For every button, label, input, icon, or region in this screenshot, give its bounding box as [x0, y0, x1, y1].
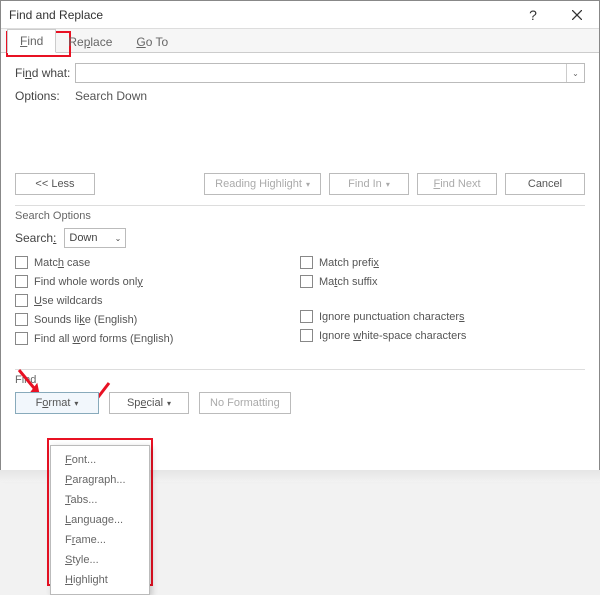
check-match-suffix-label: Match suffix	[319, 276, 378, 288]
format-label: Format	[36, 397, 71, 409]
tab-goto-label: Go To	[136, 35, 168, 49]
find-next-button[interactable]: Find Next	[417, 173, 497, 195]
check-match-case-label: Match case	[34, 257, 90, 269]
check-whole-words-label: Find whole words only	[34, 276, 143, 288]
no-formatting-label: No Formatting	[210, 397, 280, 409]
action-button-row: << Less Reading Highlight ▾ Find In ▾ Fi…	[15, 173, 585, 195]
menu-item-font[interactable]: Font...	[51, 450, 149, 470]
tab-find[interactable]: Find	[7, 29, 56, 53]
caret-down-icon: ▾	[74, 399, 78, 408]
find-format-buttons: Format ▾ Special ▾ No Formatting	[15, 392, 585, 414]
check-match-case[interactable]: Match case	[15, 256, 300, 269]
check-ignore-punct[interactable]: Ignore punctuation characters	[300, 310, 585, 323]
search-options-checks: Match case Find whole words only Use wil…	[15, 256, 585, 345]
tab-replace-label: Replace	[68, 35, 112, 49]
search-direction-value: Down	[69, 232, 97, 244]
tab-strip: Find Replace Go To	[1, 29, 599, 53]
cancel-button[interactable]: Cancel	[505, 173, 585, 195]
caret-down-icon: ▾	[386, 180, 390, 189]
titlebar: Find and Replace ?	[1, 1, 599, 29]
find-replace-dialog: Find and Replace ? Find Replace Go To Fi…	[0, 0, 600, 475]
find-next-label: Find Next	[433, 178, 480, 190]
check-sounds-like[interactable]: Sounds like (English)	[15, 313, 300, 326]
check-ignore-ws-label: Ignore white-space characters	[319, 330, 466, 342]
check-wildcards[interactable]: Use wildcards	[15, 294, 300, 307]
find-section-title: Find	[15, 369, 585, 386]
find-what-input[interactable]: ⌄	[75, 63, 585, 83]
reading-highlight-button[interactable]: Reading Highlight ▾	[204, 173, 321, 195]
less-button[interactable]: << Less	[15, 173, 95, 195]
no-formatting-button[interactable]: No Formatting	[199, 392, 291, 414]
search-label: Search:	[15, 231, 56, 245]
menu-item-frame[interactable]: Frame...	[51, 530, 149, 550]
search-direction-row: Search: Down ⌄	[15, 228, 585, 248]
menu-item-tabs[interactable]: Tabs...	[51, 490, 149, 510]
caret-down-icon: ▾	[167, 399, 171, 408]
find-in-button[interactable]: Find In ▾	[329, 173, 409, 195]
find-what-row: Find what: ⌄	[15, 63, 585, 83]
tab-find-label: Find	[20, 34, 43, 48]
check-ignore-ws[interactable]: Ignore white-space characters	[300, 329, 585, 342]
caret-down-icon: ▾	[306, 180, 310, 189]
format-button[interactable]: Format ▾	[15, 392, 99, 414]
check-col-left: Match case Find whole words only Use wil…	[15, 256, 300, 345]
check-whole-words[interactable]: Find whole words only	[15, 275, 300, 288]
search-options-title: Search Options	[15, 205, 585, 222]
caret-down-icon: ⌄	[115, 234, 122, 243]
tab-replace[interactable]: Replace	[56, 31, 124, 53]
reading-highlight-label: Reading Highlight	[215, 178, 302, 190]
check-word-forms[interactable]: Find all word forms (English)	[15, 332, 300, 345]
help-button[interactable]: ?	[511, 1, 555, 29]
check-match-suffix[interactable]: Match suffix	[300, 275, 585, 288]
dialog-title: Find and Replace	[9, 8, 511, 22]
check-word-forms-label: Find all word forms (English)	[34, 333, 173, 345]
menu-item-language[interactable]: Language...	[51, 510, 149, 530]
check-ignore-punct-label: Ignore punctuation characters	[319, 311, 465, 323]
check-sounds-like-label: Sounds like (English)	[34, 314, 137, 326]
menu-item-highlight[interactable]: Highlight	[51, 570, 149, 590]
check-col-right: Match prefix Match suffix Ignore punctua…	[300, 256, 585, 345]
find-in-label: Find In	[348, 178, 382, 190]
find-what-label: Find what:	[15, 66, 75, 80]
menu-item-style[interactable]: Style...	[51, 550, 149, 570]
check-match-prefix[interactable]: Match prefix	[300, 256, 585, 269]
special-label: Special	[127, 397, 163, 409]
find-what-dropdown-icon[interactable]: ⌄	[566, 64, 584, 82]
dialog-body: Find what: ⌄ Options: Search Down << Les…	[1, 53, 599, 418]
options-label: Options:	[15, 89, 75, 103]
format-menu: Font... Paragraph... Tabs... Language...…	[50, 445, 150, 595]
search-direction-select[interactable]: Down ⌄	[64, 228, 126, 248]
special-button[interactable]: Special ▾	[109, 392, 189, 414]
find-format-area: Find Format ▾ Special ▾ No Formatting	[15, 369, 585, 414]
menu-item-paragraph[interactable]: Paragraph...	[51, 470, 149, 490]
options-value: Search Down	[75, 89, 147, 103]
check-match-prefix-label: Match prefix	[319, 257, 379, 269]
close-icon	[572, 10, 582, 20]
close-button[interactable]	[555, 1, 599, 29]
check-wildcards-label: Use wildcards	[34, 295, 102, 307]
options-row: Options: Search Down	[15, 89, 585, 103]
tab-goto[interactable]: Go To	[124, 31, 180, 53]
